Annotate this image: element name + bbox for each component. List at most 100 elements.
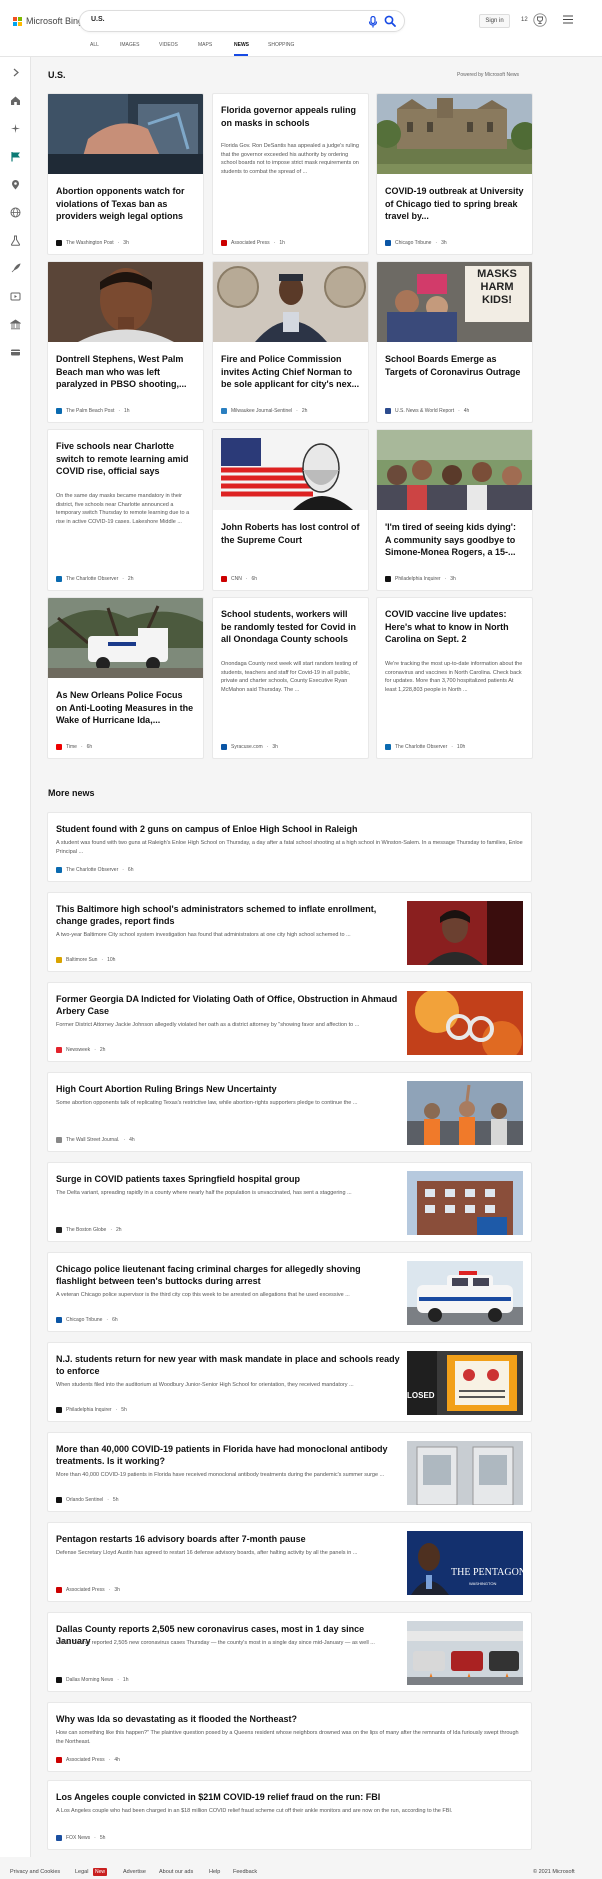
row-title[interactable]: Why was Ida so devastating as it flooded…: [56, 1713, 523, 1725]
microphone-icon[interactable]: [368, 16, 378, 28]
tab-videos[interactable]: VIDEOS: [159, 42, 178, 48]
footer-about-ads-link[interactable]: About our ads: [159, 1869, 193, 1875]
news-card[interactable]: Five schools near Charlotte switch to re…: [47, 429, 204, 591]
search-input[interactable]: U.S.: [91, 16, 105, 23]
search-icon[interactable]: [384, 15, 396, 27]
us-flag-icon[interactable]: [10, 151, 21, 162]
search-box[interactable]: U.S.: [79, 10, 405, 32]
tab-maps[interactable]: MAPS: [198, 42, 212, 48]
source-name[interactable]: Dallas Morning News: [66, 1677, 113, 1683]
source-name[interactable]: The Charlotte Observer: [66, 576, 118, 582]
tab-all[interactable]: ALL: [90, 42, 99, 48]
footer-feedback-link[interactable]: Feedback: [233, 1869, 257, 1875]
row-title[interactable]: N.J. students return for new year with m…: [56, 1353, 401, 1377]
source-name[interactable]: The Charlotte Observer: [395, 744, 447, 750]
footer-help-link[interactable]: Help: [209, 1869, 220, 1875]
news-card[interactable]: Abortion opponents watch for violations …: [47, 93, 204, 255]
source-name[interactable]: Time: [66, 744, 77, 750]
row-title[interactable]: More than 40,000 COVID-19 patients in Fl…: [56, 1443, 401, 1467]
source-name[interactable]: CNN: [231, 576, 242, 582]
source-name[interactable]: U.S. News & World Report: [395, 408, 454, 414]
source-name[interactable]: FOX News: [66, 1835, 90, 1841]
more-news-row[interactable]: Student found with 2 guns on campus of E…: [47, 812, 532, 882]
news-card[interactable]: MASKS HARM KIDS! School Boards Emerge as…: [376, 261, 533, 423]
row-title[interactable]: Surge in COVID patients taxes Springfiel…: [56, 1173, 401, 1185]
news-card[interactable]: Dontrell Stephens, West Palm Beach man w…: [47, 261, 204, 423]
more-news-row[interactable]: High Court Abortion Ruling Brings New Un…: [47, 1072, 532, 1152]
source-name[interactable]: Associated Press: [66, 1587, 105, 1593]
tab-news[interactable]: NEWS: [234, 42, 249, 48]
bing-logo[interactable]: Microsoft Bing: [13, 16, 83, 26]
source-name[interactable]: Syracuse.com: [231, 744, 263, 750]
footer-legal-link[interactable]: Legal: [75, 1869, 88, 1875]
row-title[interactable]: High Court Abortion Ruling Brings New Un…: [56, 1083, 401, 1095]
news-card[interactable]: As New Orleans Police Focus on Anti-Loot…: [47, 597, 204, 759]
home-icon[interactable]: [10, 95, 21, 106]
more-news-row[interactable]: More than 40,000 COVID-19 patients in Fl…: [47, 1432, 532, 1512]
discover-sparkle-icon[interactable]: [10, 123, 21, 134]
source-name[interactable]: The Washington Post: [66, 240, 114, 246]
more-news-row[interactable]: Surge in COVID patients taxes Springfiel…: [47, 1162, 532, 1242]
expand-chevron-icon[interactable]: [10, 67, 21, 78]
news-card[interactable]: 'I'm tired of seeing kids dying': A comm…: [376, 429, 533, 591]
source-name[interactable]: Chicago Tribune: [66, 1317, 102, 1323]
row-title[interactable]: Student found with 2 guns on campus of E…: [56, 823, 523, 835]
card-title[interactable]: Florida governor appeals ruling on masks…: [221, 104, 360, 129]
rewards-count[interactable]: 12: [521, 17, 528, 23]
source-name[interactable]: The Charlotte Observer: [66, 867, 118, 873]
card-title[interactable]: Fire and Police Commission invites Actin…: [221, 353, 360, 391]
location-pin-icon[interactable]: [10, 179, 21, 190]
powered-by-label[interactable]: Powered by Microsoft News: [457, 72, 519, 78]
news-card[interactable]: COVID-19 outbreak at University of Chica…: [376, 93, 533, 255]
more-news-row[interactable]: Chicago police lieutenant facing crimina…: [47, 1252, 532, 1332]
source-name[interactable]: The Palm Beach Post: [66, 408, 114, 414]
card-title[interactable]: Five schools near Charlotte switch to re…: [56, 440, 195, 478]
world-globe-icon[interactable]: [10, 207, 21, 218]
news-card[interactable]: Fire and Police Commission invites Actin…: [212, 261, 369, 423]
source-name[interactable]: The Wall Street Journal.: [66, 1137, 119, 1143]
row-title[interactable]: This Baltimore high school's administrat…: [56, 903, 401, 927]
row-title[interactable]: Former Georgia DA Indicted for Violating…: [56, 993, 401, 1017]
politics-building-icon[interactable]: [10, 319, 21, 330]
card-title[interactable]: School students, workers will be randoml…: [221, 608, 360, 646]
card-title[interactable]: COVID vaccine live updates: Here's what …: [385, 608, 524, 646]
more-news-row[interactable]: This Baltimore high school's administrat…: [47, 892, 532, 972]
more-news-row[interactable]: Pentagon restarts 16 advisory boards aft…: [47, 1522, 532, 1602]
more-news-row[interactable]: Dallas County reports 2,505 new coronavi…: [47, 1612, 532, 1692]
source-name[interactable]: Philadelphia Inquirer: [395, 576, 441, 582]
card-title[interactable]: COVID-19 outbreak at University of Chica…: [385, 185, 524, 223]
source-name[interactable]: Baltimore Sun: [66, 957, 97, 963]
source-name[interactable]: Milwaukee Journal-Sentinel: [231, 408, 292, 414]
hamburger-menu-icon[interactable]: [563, 15, 573, 24]
entertainment-film-icon[interactable]: [10, 291, 21, 302]
source-name[interactable]: Associated Press: [231, 240, 270, 246]
source-name[interactable]: Newsweek: [66, 1047, 90, 1053]
footer-privacy-link[interactable]: Privacy and Cookies: [10, 1869, 60, 1875]
source-name[interactable]: The Boston Globe: [66, 1227, 106, 1233]
row-title[interactable]: Los Angeles couple convicted in $21M COV…: [56, 1791, 523, 1803]
sign-in-button[interactable]: Sign in: [479, 14, 510, 28]
card-title[interactable]: Abortion opponents watch for violations …: [56, 185, 195, 223]
source-name[interactable]: Orlando Sentinel: [66, 1497, 103, 1503]
card-title[interactable]: As New Orleans Police Focus on Anti-Loot…: [56, 689, 195, 727]
card-title[interactable]: Dontrell Stephens, West Palm Beach man w…: [56, 353, 195, 391]
more-news-row[interactable]: N.J. students return for new year with m…: [47, 1342, 532, 1422]
source-name[interactable]: Chicago Tribune: [395, 240, 431, 246]
card-title[interactable]: 'I'm tired of seeing kids dying': A comm…: [385, 521, 524, 559]
row-title[interactable]: Chicago police lieutenant facing crimina…: [56, 1263, 401, 1287]
news-card[interactable]: COVID vaccine live updates: Here's what …: [376, 597, 533, 759]
more-news-row[interactable]: Los Angeles couple convicted in $21M COV…: [47, 1780, 532, 1850]
science-flask-icon[interactable]: [10, 235, 21, 246]
tab-images[interactable]: IMAGES: [120, 42, 139, 48]
news-card[interactable]: School students, workers will be randoml…: [212, 597, 369, 759]
source-name[interactable]: Associated Press: [66, 1757, 105, 1763]
news-card[interactable]: John Roberts has lost control of the Sup…: [212, 429, 369, 591]
footer-advertise-link[interactable]: Advertise: [123, 1869, 146, 1875]
more-news-row[interactable]: Why was Ida so devastating as it flooded…: [47, 1702, 532, 1772]
news-card[interactable]: Florida governor appeals ruling on masks…: [212, 93, 369, 255]
card-title[interactable]: John Roberts has lost control of the Sup…: [221, 521, 360, 546]
row-title[interactable]: Pentagon restarts 16 advisory boards aft…: [56, 1533, 401, 1545]
tab-shopping[interactable]: SHOPPING: [268, 42, 294, 48]
card-title[interactable]: School Boards Emerge as Targets of Coron…: [385, 353, 524, 378]
more-news-row[interactable]: Former Georgia DA Indicted for Violating…: [47, 982, 532, 1062]
